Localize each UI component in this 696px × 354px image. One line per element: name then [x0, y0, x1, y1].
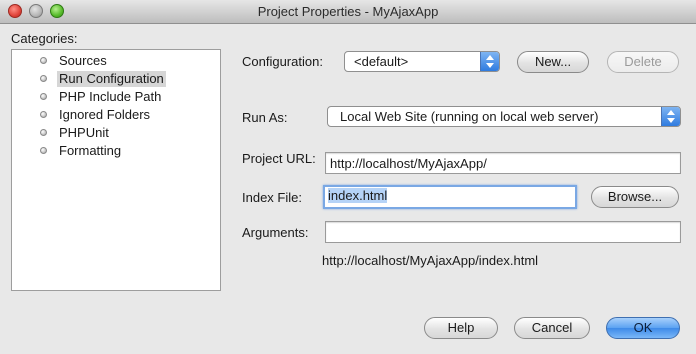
categories-label: Categories:	[11, 31, 78, 46]
tree-node-bullet-icon	[40, 57, 47, 64]
new-configuration-button[interactable]: New...	[517, 51, 589, 73]
run-as-value: Local Web Site (running on local web ser…	[340, 109, 599, 124]
configuration-value: <default>	[354, 54, 409, 69]
dropdown-arrows-icon	[661, 107, 680, 126]
cancel-button[interactable]: Cancel	[514, 317, 590, 339]
browse-button[interactable]: Browse...	[591, 186, 679, 208]
dropdown-arrows-icon	[480, 52, 499, 71]
category-item-phpunit[interactable]: PHPUnit	[12, 124, 220, 142]
ok-button[interactable]: OK	[606, 317, 680, 339]
category-item-formatting[interactable]: Formatting	[12, 142, 220, 160]
category-label: Run Configuration	[57, 71, 166, 87]
project-url-value: http://localhost/MyAjaxApp/	[330, 156, 487, 171]
run-as-label: Run As:	[242, 110, 288, 125]
tree-node-bullet-icon	[40, 75, 47, 82]
configuration-select[interactable]: <default>	[344, 51, 500, 72]
configuration-label: Configuration:	[242, 54, 323, 69]
category-label: PHP Include Path	[59, 89, 162, 104]
index-file-value: index.html	[328, 188, 388, 203]
project-url-field[interactable]: http://localhost/MyAjaxApp/	[325, 152, 681, 174]
category-label: Sources	[59, 53, 107, 68]
help-button[interactable]: Help	[424, 317, 498, 339]
category-label: PHPUnit	[59, 125, 109, 140]
delete-configuration-button[interactable]: Delete	[607, 51, 679, 73]
categories-tree: Sources Run Configuration PHP Include Pa…	[11, 49, 221, 291]
title-bar: Project Properties - MyAjaxApp	[0, 0, 696, 24]
arguments-field[interactable]	[325, 221, 681, 243]
category-label: Ignored Folders	[59, 107, 151, 122]
project-url-label: Project URL:	[242, 151, 316, 166]
category-item-run-configuration[interactable]: Run Configuration	[12, 70, 220, 88]
category-item-ignored-folders[interactable]: Ignored Folders	[12, 106, 220, 124]
category-label: Formatting	[59, 143, 122, 158]
tree-node-bullet-icon	[40, 147, 47, 154]
resolved-url-text: http://localhost/MyAjaxApp/index.html	[322, 253, 539, 268]
arguments-label: Arguments:	[242, 225, 309, 240]
category-item-sources[interactable]: Sources	[12, 52, 220, 70]
tree-node-bullet-icon	[40, 111, 47, 118]
run-as-select[interactable]: Local Web Site (running on local web ser…	[327, 106, 681, 127]
tree-node-bullet-icon	[40, 129, 47, 136]
category-item-php-include-path[interactable]: PHP Include Path	[12, 88, 220, 106]
index-file-field[interactable]: index.html	[323, 185, 577, 209]
tree-node-bullet-icon	[40, 93, 47, 100]
index-file-label: Index File:	[242, 190, 302, 205]
window-title: Project Properties - MyAjaxApp	[257, 4, 439, 19]
